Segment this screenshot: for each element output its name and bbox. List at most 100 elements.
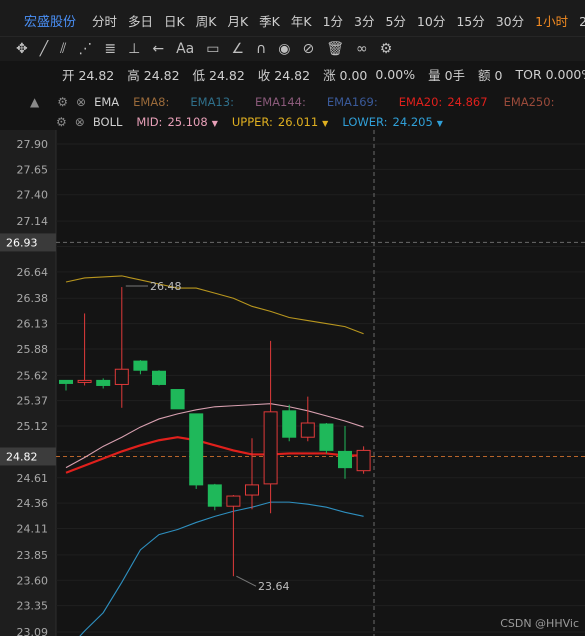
indicator_boll-value: 26.011 — [277, 115, 319, 129]
tab-period[interactable]: 30分 — [496, 14, 524, 29]
turnover-value: TOR 0.000% — [515, 66, 585, 82]
gear-icon[interactable]: ⚙ — [380, 41, 393, 57]
indicator_ema-label: EMA144: — [254, 95, 306, 109]
y-tick-label: 26.64 — [17, 266, 49, 279]
tab-period[interactable]: 2小 — [579, 14, 585, 29]
low-value: 低 24.82 — [192, 67, 245, 83]
y-tick-label: 24.61 — [17, 472, 49, 485]
candle-body[interactable] — [114, 368, 129, 385]
tab-period[interactable]: 3分 — [354, 14, 374, 29]
indicator_ema-label: EMA169: — [326, 95, 378, 109]
collapse-icon[interactable]: ▲ — [30, 95, 39, 109]
text-icon[interactable]: Aa — [176, 41, 194, 57]
trash-icon[interactable]: 🗑 — [326, 41, 344, 57]
tab-period[interactable]: 年K — [291, 14, 312, 29]
stock-name[interactable]: 宏盛股份 — [24, 11, 76, 30]
y-tick-label: 26.13 — [17, 318, 49, 331]
volume-value: 量 0手 — [428, 67, 466, 83]
candle-body[interactable] — [245, 484, 259, 496]
gear-icon[interactable]: ⚙ — [57, 95, 68, 109]
y-tick-label: 24.36 — [17, 497, 49, 510]
indicator_ema-label: EMA250: — [503, 95, 555, 109]
arrow-icon[interactable]: ← — [152, 41, 164, 57]
change-value: 涨 0.00 — [323, 67, 368, 83]
tab-period[interactable]: 季K — [259, 14, 280, 29]
high-annotation: 26.48 — [150, 280, 182, 293]
candle-body[interactable] — [77, 379, 92, 383]
candle-body[interactable] — [300, 422, 315, 438]
drawing-toolbar: ✥ ╱ ⫽ ⋰ ≣ ⊥ ← Aa ▭ ∠ ∩ ◉ ⊘ 🗑 ∞ ⚙ — [0, 36, 585, 61]
tab-period[interactable]: 月K — [227, 14, 248, 29]
y-tick-label: 25.62 — [17, 369, 49, 382]
candle-body[interactable] — [59, 379, 73, 384]
crosshair-icon[interactable]: ✥ — [16, 41, 28, 57]
indicator_ema-value: 24.867 — [447, 95, 488, 109]
comment-icon[interactable]: ▭ — [206, 41, 219, 57]
change-pct-value: 0.00% — [375, 66, 416, 82]
candle-body[interactable] — [282, 410, 297, 438]
last-price-label: 24.82 — [6, 450, 38, 463]
y-tick-label: 23.85 — [17, 549, 49, 562]
dropdown-icon[interactable]: ▼ — [437, 119, 443, 128]
tab-period[interactable]: 周K — [196, 14, 217, 29]
tab-period[interactable]: 日K — [164, 14, 185, 29]
candle-body[interactable] — [96, 379, 111, 386]
candle-body[interactable] — [207, 484, 222, 507]
y-tick-label: 27.90 — [17, 138, 49, 151]
vline-icon[interactable]: ⊥ — [128, 41, 140, 57]
pen-icon[interactable]: ∠ — [231, 41, 244, 57]
tab-period[interactable]: 1分 — [323, 14, 343, 29]
close-icon[interactable]: ⊗ — [76, 95, 86, 109]
candle-body[interactable] — [133, 360, 148, 371]
hide-icon[interactable]: ⊘ — [303, 41, 315, 57]
tab-period[interactable]: 1小时 — [535, 14, 568, 29]
dropdown-icon[interactable]: ▼ — [322, 119, 328, 128]
tab-period[interactable]: 10分 — [417, 14, 445, 29]
low-annotation: 23.64 — [258, 580, 290, 593]
line-icon[interactable]: ╱ — [40, 41, 48, 57]
y-tick-label: 24.11 — [17, 523, 49, 536]
tab-period[interactable]: 多日 — [128, 14, 153, 29]
indicator_boll-value: 24.205 — [392, 115, 433, 129]
y-tick-label: 23.60 — [17, 574, 49, 587]
ema-name[interactable]: EMA — [94, 95, 119, 109]
tab-period[interactable]: 分时 — [92, 14, 117, 29]
candle-body[interactable] — [356, 449, 371, 472]
y-tick-label: 27.14 — [17, 215, 49, 228]
y-tick-label: 25.12 — [17, 420, 49, 433]
close-value: 收 24.82 — [257, 67, 311, 83]
indicator_boll-label: UPPER: — [231, 115, 273, 129]
candle-body[interactable] — [170, 389, 185, 410]
indicator_boll-label: MID: — [136, 115, 163, 129]
close-icon[interactable]: ⊗ — [75, 115, 85, 129]
candle-body[interactable] — [263, 411, 278, 485]
indicator_ema-label: EMA20: — [398, 95, 443, 109]
candle-body[interactable] — [319, 423, 334, 451]
polyline-icon[interactable]: ⋰ — [78, 41, 92, 57]
channel-icon[interactable]: ⫽ — [60, 41, 66, 57]
candle-body[interactable] — [338, 450, 352, 469]
candle-body[interactable] — [152, 370, 166, 385]
candle-body[interactable] — [226, 495, 241, 507]
dropdown-icon[interactable]: ▼ — [212, 119, 218, 128]
y-tick-label: 26.38 — [17, 292, 49, 305]
ema-indicator-row: ▲ ⚙ ⊗ EMA EMA8: EMA13: EMA144: EMA169: EMA20… — [0, 92, 585, 112]
boll-indicator-row: ⚙ ⊗ BOLL MID: 25.108 ▼ UPPER: 26.011 ▼ LOWER: 2… — [0, 112, 585, 132]
period-list: 分时多日日K 周K 月K 季K 年K 1分 3分 5分 10分 15分 30分 1小时 2小 — [92, 11, 585, 30]
magnet-icon[interactable]: ∩ — [256, 41, 266, 57]
boll-values: MID: 25.108 ▼ UPPER: 26.011 ▼ LOWER: 24.205 ▼ — [136, 115, 457, 129]
y-tick-label: 25.88 — [17, 343, 49, 356]
fib-icon[interactable]: ≣ — [104, 41, 116, 57]
tab-period[interactable]: 5分 — [385, 14, 405, 29]
candlestick-chart[interactable]: 27.9027.6527.4027.1426.8926.6426.3826.13… — [0, 130, 585, 636]
candle-body[interactable] — [189, 413, 204, 486]
gear-icon[interactable]: ⚙ — [56, 115, 67, 129]
eye-icon[interactable]: ◉ — [278, 41, 290, 57]
tab-period[interactable]: 15分 — [456, 14, 484, 29]
link-icon[interactable]: ∞ — [356, 41, 368, 57]
crosshair-price-label: 26.93 — [6, 236, 38, 249]
ema-values: EMA8: EMA13: EMA144: EMA169: EMA20: 24.867 EMA… — [133, 95, 575, 109]
y-tick-label: 25.37 — [17, 395, 49, 408]
boll-name[interactable]: BOLL — [93, 115, 123, 129]
y-tick-label: 27.40 — [17, 189, 49, 202]
